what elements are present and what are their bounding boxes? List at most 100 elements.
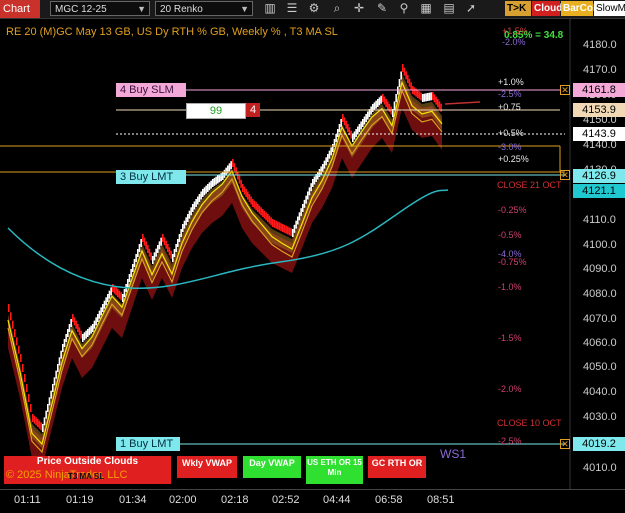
renko-brick — [272, 219, 274, 227]
buy-slm-order-tag[interactable]: 4 Buy SLM — [116, 83, 186, 97]
wkly-vwap-button[interactable]: Wkly VWAP — [177, 456, 237, 478]
layout-icon[interactable]: ▦ — [418, 1, 434, 16]
renko-brick — [283, 224, 286, 233]
renko-brick — [98, 310, 101, 319]
renko-brick — [28, 394, 30, 402]
renko-brick — [435, 96, 437, 105]
renko-brick — [32, 414, 34, 422]
renko-brick — [40, 422, 42, 431]
renko-brick — [437, 99, 439, 107]
renko-brick — [220, 173, 222, 182]
gc-rth-or-button[interactable]: GC RTH OR — [368, 456, 426, 478]
renko-brick — [37, 419, 39, 427]
t3-ma-label: T3 MA SL — [68, 472, 105, 481]
indicator-icon[interactable]: ⚙ — [306, 1, 322, 16]
day-vwap-button[interactable]: Day VWAP — [243, 456, 301, 478]
renko-brick — [240, 179, 242, 188]
renko-brick — [205, 185, 207, 194]
renko-brick — [295, 220, 297, 229]
price-tick: 4060.0 — [583, 337, 617, 349]
renko-brick — [222, 172, 224, 180]
renko-brick — [187, 214, 189, 222]
renko-brick — [257, 204, 259, 212]
renko-brick — [110, 287, 112, 296]
renko-brick — [330, 147, 332, 156]
renko-brick — [217, 175, 219, 184]
renko-brick — [260, 207, 262, 216]
renko-brick — [182, 224, 184, 232]
order-qty-red[interactable]: 4 — [246, 103, 260, 117]
renko-brick — [58, 357, 61, 366]
buy-lmt1-order-tag[interactable]: 1 Buy LMT — [116, 437, 180, 451]
renko-brick — [138, 244, 141, 252]
renko-brick — [313, 176, 316, 185]
order-qty-green[interactable]: 99 — [186, 103, 246, 119]
close-order-icon[interactable]: ✕ — [560, 85, 570, 95]
renko-brick — [115, 287, 117, 296]
instrument-selector[interactable]: MGC 12-25 ▼ — [50, 1, 150, 16]
renko-brick — [380, 95, 382, 104]
renko-brick — [355, 129, 357, 137]
time-axis[interactable] — [0, 489, 625, 513]
renko-brick — [410, 82, 412, 91]
cursor-icon[interactable]: ➚ — [463, 1, 479, 16]
renko-brick — [363, 116, 366, 125]
renko-brick — [357, 126, 359, 135]
tk-button[interactable]: T>K — [505, 1, 531, 16]
renko-brick — [307, 191, 309, 200]
percent-level-label: -2.5% — [498, 436, 522, 446]
percent-level-label: -0.25% — [498, 205, 527, 215]
chart-tab[interactable]: Chart — [0, 0, 40, 18]
renko-brick — [128, 274, 131, 282]
renko-brick — [35, 417, 37, 426]
table-icon[interactable]: ▤ — [441, 1, 457, 16]
zoom-icon[interactable]: ⌕ — [329, 1, 345, 16]
renko-brick — [420, 92, 422, 101]
renko-brick — [180, 229, 182, 237]
renko-brick — [158, 241, 161, 250]
renko-brick — [405, 71, 407, 80]
renko-brick — [340, 119, 342, 127]
toolbar: Chart MGC 12-25 ▼ 20 Renko ▼ ▥ ☰ ⚙ ⌕ ✛ ✎… — [0, 0, 625, 19]
renko-brick — [118, 290, 121, 299]
renko-brick — [378, 97, 381, 106]
chart-title: RE 20 (M)GC May 13 GB, US Dy RTH % GB, W… — [6, 26, 338, 38]
search-icon[interactable]: ⚲ — [396, 1, 412, 16]
renko-brick — [342, 114, 344, 122]
renko-brick — [253, 200, 256, 209]
cloud-button[interactable]: Cloud — [532, 1, 562, 16]
close-order-icon[interactable]: ✕ — [560, 439, 570, 449]
crosshair-icon[interactable]: ✛ — [351, 1, 367, 16]
close-order-icon[interactable]: ✕ — [560, 170, 570, 180]
price-box-buy-slm: 4161.8 — [573, 83, 625, 97]
percent-level-label: +1.0% — [498, 77, 524, 87]
price-tick: 4100.0 — [583, 239, 617, 251]
renko-brick — [275, 220, 277, 229]
bar-chart-icon[interactable]: ▥ — [262, 1, 278, 16]
bar-type-selector[interactable]: 20 Renko ▼ — [155, 1, 253, 16]
renko-brick — [47, 404, 49, 412]
list-icon[interactable]: ☰ — [284, 1, 300, 16]
renko-brick — [82, 334, 84, 342]
renko-brick — [248, 194, 251, 202]
renko-brick — [157, 245, 159, 253]
pencil-icon[interactable]: ✎ — [374, 1, 390, 16]
renko-brick — [407, 75, 409, 83]
renko-brick — [362, 119, 364, 127]
renko-brick — [14, 329, 16, 337]
barcol-button[interactable]: BarCol — [561, 1, 596, 16]
renko-brick — [83, 332, 86, 341]
buy-lmt-order-tag[interactable]: 3 Buy LMT — [116, 170, 186, 184]
renko-brick — [280, 223, 282, 232]
us-eth-or-button[interactable]: US ETH OR 15 Min — [306, 456, 363, 484]
time-tick: 01:34 — [119, 494, 147, 506]
renko-brick — [393, 101, 396, 110]
renko-brick — [252, 199, 254, 207]
renko-brick — [273, 219, 276, 228]
renko-brick — [172, 254, 174, 262]
price-tick: 4040.0 — [583, 386, 617, 398]
renko-brick — [383, 96, 386, 105]
renko-brick — [215, 176, 217, 185]
slowma-button[interactable]: SlowM — [594, 1, 625, 16]
price-tick: 4090.0 — [583, 263, 617, 275]
